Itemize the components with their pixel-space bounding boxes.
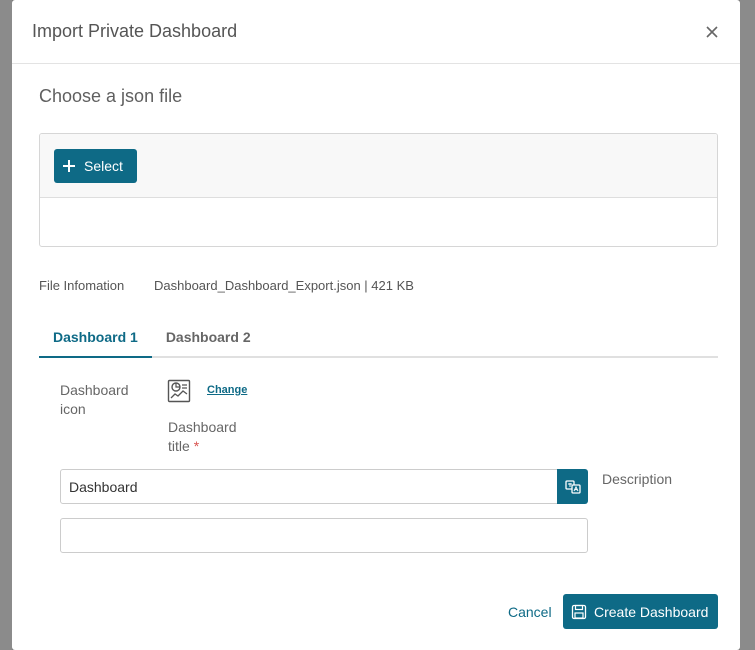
dashboard-title-input[interactable] — [60, 469, 558, 504]
dashboard-title-label: Dashboard title * — [168, 418, 258, 456]
upload-toolbar: Select — [40, 134, 717, 198]
translate-icon — [564, 479, 581, 494]
backdrop-left — [0, 0, 12, 650]
modal-header: Import Private Dashboard — [12, 0, 740, 64]
tab-dashboard-2[interactable]: Dashboard 2 — [152, 318, 265, 356]
import-dashboard-modal: Import Private Dashboard Choose a json f… — [12, 0, 740, 650]
file-info-label: File Infomation — [39, 278, 125, 293]
backdrop-right — [740, 0, 755, 650]
file-info-value: Dashboard_Dashboard_Export.json | 421 KB — [154, 278, 414, 293]
select-file-button[interactable]: Select — [54, 149, 137, 183]
file-information: File Infomation Dashboard_Dashboard_Expo… — [39, 278, 414, 293]
dashboard-chart-icon[interactable] — [167, 379, 191, 403]
create-dashboard-button[interactable]: Create Dashboard — [563, 594, 718, 629]
translate-button[interactable] — [557, 469, 588, 504]
required-mark: * — [193, 438, 200, 454]
tab-dashboard-1[interactable]: Dashboard 1 — [39, 318, 152, 358]
modal-title: Import Private Dashboard — [32, 21, 238, 41]
dashboard-title-text: Dashboard title — [168, 419, 237, 454]
choose-file-heading: Choose a json file — [39, 86, 183, 106]
plus-icon — [63, 160, 75, 172]
save-icon — [571, 604, 587, 619]
file-drop-area[interactable] — [40, 198, 717, 246]
description-input[interactable] — [60, 518, 588, 553]
dashboard-icon-label: Dashboard icon — [60, 382, 129, 417]
create-button-label: Create Dashboard — [594, 603, 709, 620]
change-icon-link[interactable]: Change — [207, 384, 247, 396]
description-label: Description — [602, 471, 673, 487]
dashboard-tabs: Dashboard 1 Dashboard 2 — [39, 318, 718, 358]
file-upload-box[interactable]: Select — [39, 133, 718, 247]
close-icon[interactable] — [704, 24, 720, 40]
cancel-button[interactable]: Cancel — [508, 604, 552, 620]
select-button-label: Select — [84, 158, 123, 174]
